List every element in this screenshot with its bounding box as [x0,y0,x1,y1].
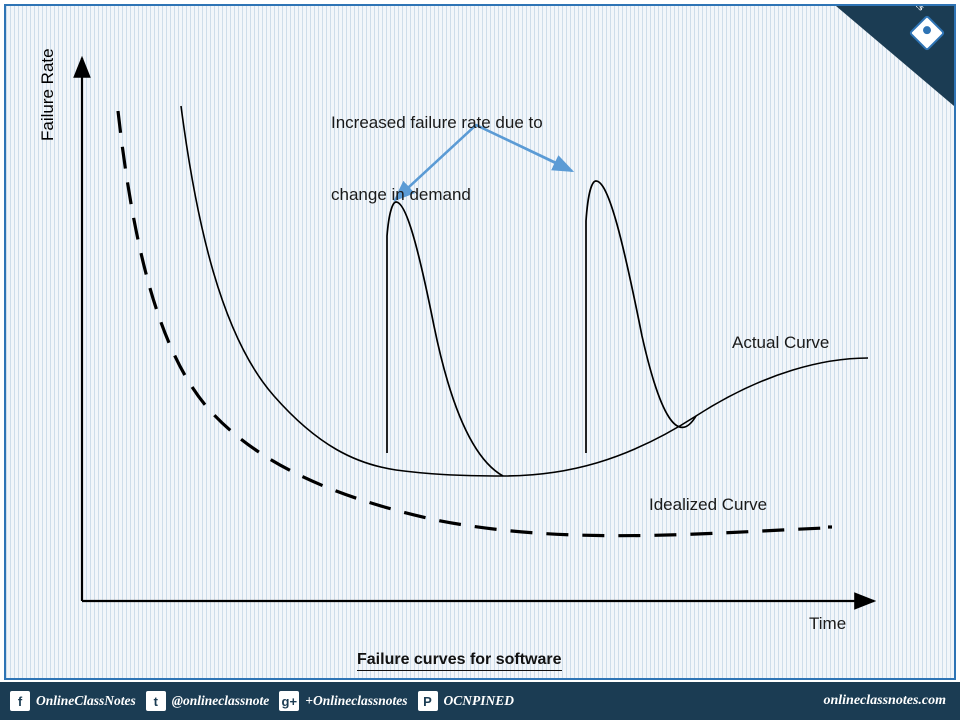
spike-annotation-line1: Increased failure rate due to [331,113,543,132]
failure-spike-2 [585,180,697,453]
footer-link-pinterest-label: OCNPINED [443,693,515,708]
slide-canvas: Failure Rate Time Increased failure rate… [4,4,956,680]
chart-caption: Failure curves for software [357,651,562,671]
facebook-icon: f [10,691,30,711]
footer-link-google-plus-label: +Onlineclassnotes [305,693,408,708]
twitter-icon: t [145,691,166,711]
spike-annotation: Increased failure rate due to change in … [331,63,543,255]
footer-site-url[interactable]: onlineclassnotes.com [823,693,946,709]
footer-link-facebook[interactable]: f OnlineClassNotes [10,691,136,711]
idealized-curve-label: Idealized Curve [649,495,768,514]
google-plus-icon: g+ [279,691,300,711]
footer-link-twitter-label: @onlineclassnote [171,693,270,708]
actual-curve-label: Actual Curve [732,333,830,352]
footer-link-google-plus[interactable]: g+ +Onlineclassnotes [279,691,408,711]
footer-link-pinterest[interactable]: P OCNPINED [417,691,515,711]
pinterest-icon: P [417,691,438,711]
x-axis-label: Time [809,614,847,633]
slide-stage: Failure Rate Time Increased failure rate… [0,0,960,720]
footer-link-twitter[interactable]: t @onlineclassnote [145,691,270,711]
spike-annotation-line2: change in demand [331,185,471,204]
social-footer: f OnlineClassNotes t @onlineclassnote g+… [0,682,960,720]
footer-link-facebook-label: OnlineClassNotes [36,693,136,708]
y-axis-label-text: Failure Rate [38,48,57,141]
